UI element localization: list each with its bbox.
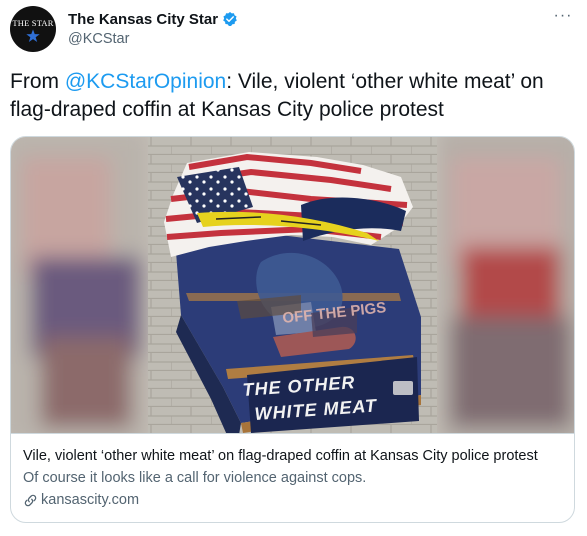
- card-domain: kansascity.com: [41, 492, 140, 508]
- coffin-sticker: [393, 381, 413, 395]
- tweet-prefix: From: [10, 70, 65, 93]
- more-icon[interactable]: ···: [551, 6, 575, 26]
- verified-badge-icon: [223, 12, 237, 26]
- author-names: The Kansas City Star @KCStar: [68, 9, 238, 47]
- card-image[interactable]: OFF THE PIGS THE OTHER WHITE MEAT: [11, 137, 574, 433]
- card-title[interactable]: Vile, violent ‘other white meat’ on flag…: [23, 448, 568, 464]
- star-icon: [26, 29, 40, 42]
- display-name[interactable]: The Kansas City Star: [68, 11, 218, 28]
- mention-link[interactable]: @KCStarOpinion: [65, 70, 226, 93]
- handle[interactable]: @KCStar: [68, 31, 238, 47]
- display-name-row: The Kansas City Star: [68, 9, 238, 29]
- avatar-logo-text: THE STAR: [12, 18, 54, 28]
- link-icon: [24, 494, 37, 506]
- card-domain-row: kansascity.com: [23, 492, 139, 508]
- card-meta[interactable]: Vile, violent ‘other white meat’ on flag…: [11, 433, 574, 522]
- tweet-text: From @KCStarOpinion: Vile, violent ‘othe…: [10, 68, 575, 124]
- card-description: Of course it looks like a call for viole…: [23, 470, 367, 486]
- avatar[interactable]: THE STAR: [10, 6, 56, 52]
- coffin-photo: OFF THE PIGS THE OTHER WHITE MEAT: [11, 137, 574, 433]
- link-card[interactable]: OFF THE PIGS THE OTHER WHITE MEAT Vile, …: [10, 136, 575, 523]
- tweet-header: THE STAR The Kansas City Star @KCStar ··…: [10, 6, 577, 52]
